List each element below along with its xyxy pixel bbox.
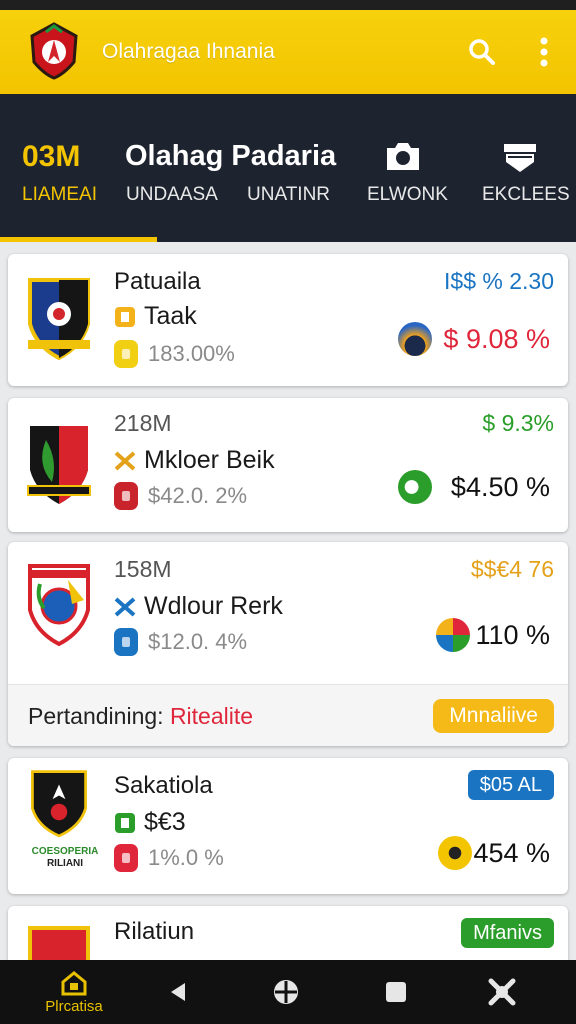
match-status-strip: Pertandining: Ritealite Mnnaliive <box>8 684 568 746</box>
active-tab-indicator <box>0 237 157 242</box>
team-percent: $42.0. 2% <box>114 482 247 510</box>
sport-icon <box>436 618 470 652</box>
home-icon <box>61 970 87 995</box>
team-name: Rilatiun <box>114 918 195 945</box>
team-rate: $$€4 76 <box>470 556 554 582</box>
team-percent: 1%.0 % <box>114 844 224 872</box>
team-crest-icon <box>27 426 91 504</box>
status-badge: Mfanivs <box>461 918 554 948</box>
team-subtitle: $€3 <box>114 808 186 837</box>
team-price: $ 9.08 % <box>443 324 550 354</box>
team-crest-icon <box>31 770 87 838</box>
coin-icon <box>438 836 472 870</box>
team-crest-icon <box>28 564 90 647</box>
team-rate: $ 9.3% <box>482 410 554 436</box>
square-icon <box>386 982 406 1002</box>
nav-home[interactable]: Plrcatisa <box>34 960 114 1024</box>
back-icon <box>171 983 185 1001</box>
team-price: 110 % <box>475 620 550 650</box>
tag-icon <box>115 306 135 327</box>
tab-bar-title: Olahag Padaria <box>125 140 337 172</box>
balance-amount: 03M <box>22 140 81 173</box>
team-rate: I$$ % 2.30 <box>444 268 554 294</box>
team-card-1[interactable]: Patuaila Taak 183.00% I$$ % 2.30 $ 9.08 … <box>8 254 568 386</box>
tab-1[interactable]: UNDAASA <box>126 184 218 206</box>
ball-icon <box>274 980 298 1004</box>
status-bar <box>0 0 576 10</box>
tab-2[interactable]: UNATINR <box>247 184 330 206</box>
team-name: Sakatiola <box>114 772 213 799</box>
lock-icon <box>114 628 138 656</box>
lock-icon <box>114 482 138 510</box>
crest-caption: COESOPERIA RILIANI <box>31 846 99 869</box>
team-subtitle: Mkloer Beik <box>114 446 275 475</box>
app-bar: Olahragaa Ihnania <box>0 10 576 94</box>
leaf-icon <box>398 470 432 504</box>
team-card-4[interactable]: COESOPERIA RILIANI Sakatiola $€3 1%.0 % $… <box>8 758 568 894</box>
tab-3[interactable]: ELWONK <box>367 184 448 206</box>
ticket-icon[interactable] <box>500 136 540 176</box>
team-price: 454 % <box>473 838 550 868</box>
tab-balance: 03M <box>22 140 80 174</box>
more-options-button[interactable] <box>526 32 562 72</box>
team-name: Patuaila <box>114 268 201 295</box>
team-subtitle: Taak <box>114 302 197 331</box>
camera-icon[interactable] <box>383 136 423 176</box>
nav-square[interactable] <box>374 960 418 1024</box>
team-count: 218M <box>114 410 172 436</box>
tab-4[interactable]: EKCLEES <box>482 184 570 206</box>
bottom-nav: Plrcatisa <box>0 960 576 1024</box>
search-button[interactable] <box>464 32 500 72</box>
team-crest-icon <box>28 278 90 361</box>
more-vertical-icon <box>540 37 548 67</box>
lock-icon <box>114 844 138 872</box>
player-avatar <box>398 322 432 356</box>
fork-icon <box>114 597 136 616</box>
tab-0[interactable]: LIAMEAI <box>22 184 97 206</box>
team-card-2[interactable]: 218M Mkloer Beik $42.0. 2% $ 9.3% $4.50 … <box>8 398 568 532</box>
tab-bar: 03M Olahag Padaria LIAMEAI UNDAASA UNATI… <box>0 94 576 242</box>
match-action-button[interactable]: Mnnaliive <box>433 699 554 733</box>
match-status: Pertandining: Ritealite <box>28 703 254 729</box>
nav-tools[interactable] <box>480 960 524 1024</box>
team-percent: $12.0. 4% <box>114 628 247 656</box>
app-logo-icon <box>30 22 78 80</box>
team-card-5[interactable]: Rilatiun Mfanivs <box>8 906 568 966</box>
status-badge: $05 AL <box>467 770 554 800</box>
app-title: Olahragaa Ihnania <box>102 40 275 63</box>
fork-icon <box>114 451 136 470</box>
nav-ball[interactable] <box>264 960 308 1024</box>
tag-icon <box>115 812 135 833</box>
lock-icon <box>114 340 138 368</box>
team-card-3[interactable]: 158M Wdlour Rerk $12.0. 4% $$€4 76 110 %… <box>8 542 568 746</box>
tools-icon <box>488 978 516 1006</box>
team-percent: 183.00% <box>114 340 235 368</box>
nav-back[interactable] <box>156 960 200 1024</box>
search-icon <box>469 39 495 65</box>
team-count: 158M <box>114 556 172 582</box>
team-subtitle: Wdlour Rerk <box>114 592 283 621</box>
team-price: $4.50 % <box>450 472 550 502</box>
